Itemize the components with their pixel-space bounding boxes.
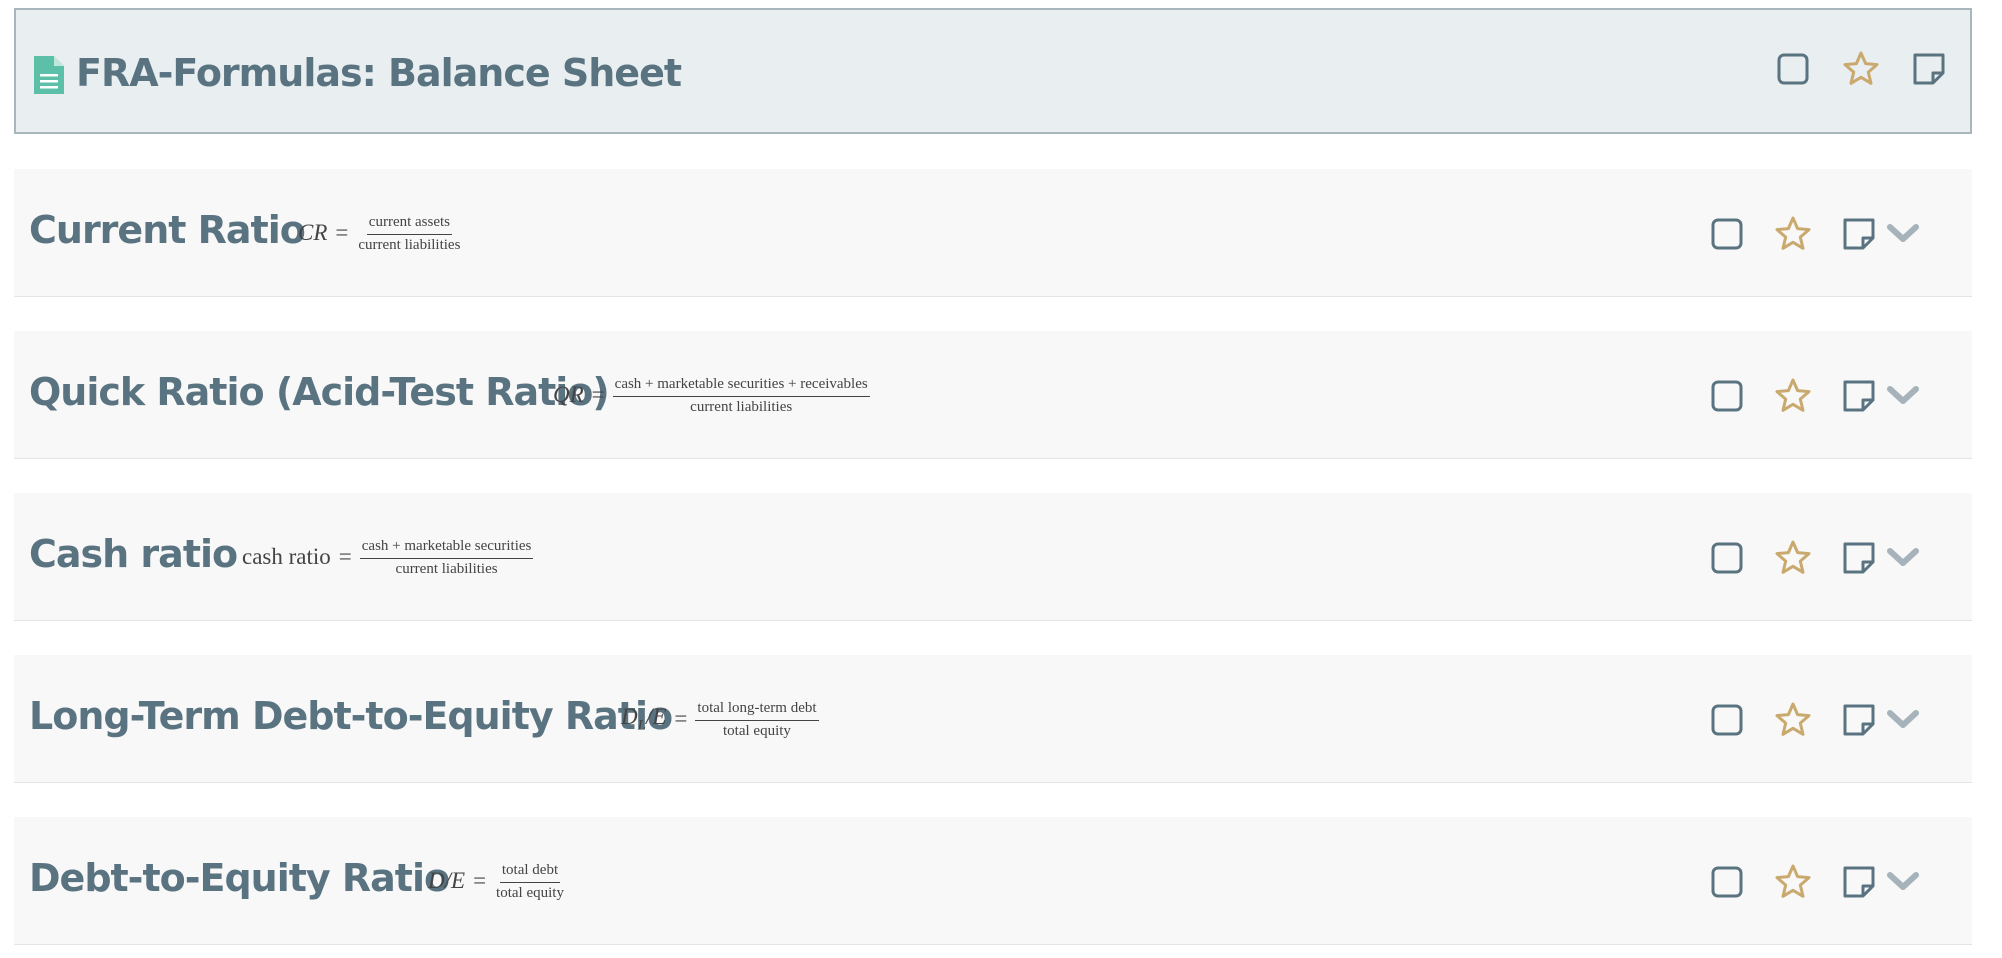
document-icon (34, 56, 64, 94)
checkbox-icon (1711, 218, 1743, 250)
row-actions (1708, 701, 1922, 739)
formula-equals: = (674, 706, 688, 731)
formula-title: Current Ratio (29, 208, 306, 252)
expand-button[interactable] (1884, 539, 1922, 577)
star-button[interactable] (1774, 377, 1812, 415)
formula-title: Long-Term Debt-to-Equity Ratio (29, 694, 673, 738)
formula-denominator: total equity (723, 722, 791, 739)
formula: cash ratio = cash + marketable securitie… (242, 493, 534, 621)
row-actions (1708, 539, 1922, 577)
formula-title: Cash ratio (29, 532, 238, 576)
formula-denominator: current liabilities (395, 560, 498, 577)
checkbox-icon (1711, 704, 1743, 736)
checkbox-button[interactable] (1708, 215, 1746, 253)
checkbox-button[interactable] (1708, 539, 1746, 577)
star-icon (1775, 864, 1811, 898)
formula-title: Quick Ratio (Acid-Test Ratio) (29, 370, 610, 414)
expand-button[interactable] (1884, 701, 1922, 739)
formula-title: Debt-to-Equity Ratio (29, 856, 450, 900)
formula-denominator: current liabilities (358, 236, 461, 253)
chevron-down-icon (1887, 548, 1919, 566)
star-icon (1775, 378, 1811, 412)
formula-row-quick-ratio: Quick Ratio (Acid-Test Ratio) QR = cash … (14, 331, 1972, 459)
checkbox-icon (1777, 53, 1809, 85)
expand-button[interactable] (1884, 215, 1922, 253)
formula-equals: = (473, 868, 487, 893)
note-icon (1913, 53, 1945, 85)
formula: CR = current assets current liabilities (298, 169, 462, 297)
note-button[interactable] (1840, 377, 1878, 415)
star-button[interactable] (1774, 701, 1812, 739)
formula-numerator: current assets (366, 214, 453, 235)
checkbox-icon (1711, 542, 1743, 574)
formula-lhs: CR (298, 220, 328, 245)
formula-lhs: QR (553, 382, 584, 407)
note-icon (1843, 380, 1875, 412)
formula-numerator: cash + marketable securities + receivabl… (612, 376, 870, 397)
page: FRA-Formulas: Balance Sheet Current Rati… (0, 0, 2002, 958)
page-title: FRA-Formulas: Balance Sheet (76, 51, 682, 95)
chevron-down-icon (1887, 224, 1919, 242)
formula-row-debt-to-equity: Debt-to-Equity Ratio D/E = total debt to… (14, 817, 1972, 945)
note-button[interactable] (1840, 701, 1878, 739)
note-button[interactable] (1840, 539, 1878, 577)
formula-lhs: DL/E (621, 704, 666, 735)
checkbox-button[interactable] (1708, 863, 1746, 901)
header-note-button[interactable] (1910, 50, 1948, 88)
row-actions (1708, 377, 1922, 415)
checkbox-button[interactable] (1708, 377, 1746, 415)
formula-lhs-subscript: L (637, 717, 646, 734)
formula-row-current-ratio: Current Ratio CR = current assets curren… (14, 169, 1972, 297)
formula-row-cash-ratio: Cash ratio cash ratio = cash + marketabl… (14, 493, 1972, 621)
formula-equals: = (591, 382, 605, 407)
note-icon (1843, 704, 1875, 736)
note-button[interactable] (1840, 215, 1878, 253)
formula-fraction: cash + marketable securities current lia… (359, 538, 534, 578)
star-icon (1775, 216, 1811, 250)
formula-denominator: current liabilities (690, 398, 793, 415)
formula-fraction: cash + marketable securities + receivabl… (612, 376, 870, 416)
note-icon (1843, 542, 1875, 574)
formula-fraction: total debt total equity (494, 862, 566, 902)
star-icon (1775, 540, 1811, 574)
header-actions (1774, 50, 1948, 88)
checkbox-button[interactable] (1708, 701, 1746, 739)
star-icon (1843, 51, 1879, 85)
formula-fraction: current assets current liabilities (356, 214, 462, 254)
star-button[interactable] (1774, 863, 1812, 901)
formula: DL/E = total long-term debt total equity (621, 655, 819, 783)
note-icon (1843, 218, 1875, 250)
formula-denominator: total equity (496, 884, 564, 901)
note-button[interactable] (1840, 863, 1878, 901)
formula-equals: = (338, 544, 352, 569)
star-button[interactable] (1774, 215, 1812, 253)
header-checkbox-button[interactable] (1774, 50, 1812, 88)
formula-numerator: cash + marketable securities (359, 538, 534, 559)
checkbox-icon (1711, 380, 1743, 412)
note-icon (1843, 866, 1875, 898)
expand-button[interactable] (1884, 863, 1922, 901)
formula-numerator: total long-term debt (695, 700, 819, 721)
formula-lhs: cash ratio (242, 544, 331, 569)
expand-button[interactable] (1884, 377, 1922, 415)
header-card: FRA-Formulas: Balance Sheet (14, 8, 1972, 134)
header-star-button[interactable] (1842, 50, 1880, 88)
formula-equals: = (335, 220, 349, 245)
formula: QR = cash + marketable securities + rece… (553, 331, 870, 459)
formula-lhs-main: D (621, 703, 638, 729)
star-icon (1775, 702, 1811, 736)
formula-lhs: D/E (428, 868, 466, 893)
formula-row-long-term-debt-to-equity: Long-Term Debt-to-Equity Ratio DL/E = to… (14, 655, 1972, 783)
chevron-down-icon (1887, 872, 1919, 890)
formula-numerator: total debt (499, 862, 561, 883)
formula-lhs-rest: /E (645, 703, 667, 729)
chevron-down-icon (1887, 386, 1919, 404)
chevron-down-icon (1887, 710, 1919, 728)
row-actions (1708, 215, 1922, 253)
formula: D/E = total debt total equity (428, 817, 566, 945)
checkbox-icon (1711, 866, 1743, 898)
formula-fraction: total long-term debt total equity (695, 700, 819, 740)
row-actions (1708, 863, 1922, 901)
star-button[interactable] (1774, 539, 1812, 577)
